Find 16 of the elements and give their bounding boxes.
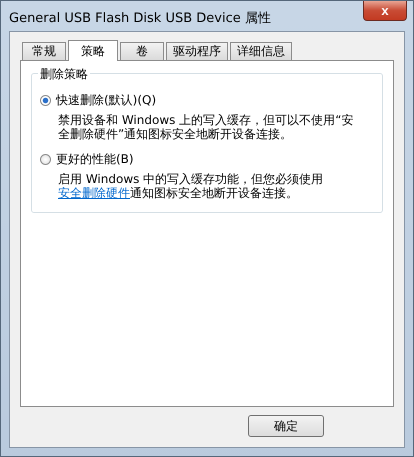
radio-button[interactable] (40, 154, 51, 165)
option-description: 启用 Windows 中的写入缓存功能，但您必须使用 安全删除硬件通知图标安全地断开设备连接。 (58, 172, 324, 200)
tab[interactable]: 策略 (68, 40, 118, 61)
link[interactable]: 安全删除硬件 (58, 186, 130, 200)
radio-button[interactable] (40, 95, 51, 106)
group-title: 删除策略 (38, 66, 90, 83)
tab[interactable]: 驱动程序 (166, 42, 228, 60)
tab[interactable]: 常规 (22, 42, 66, 60)
radio-option[interactable]: 快速删除(默认)(Q) (40, 92, 372, 109)
window-title: General USB Flash Disk USB Device 属性 (9, 10, 271, 27)
tab[interactable]: 详细信息 (230, 42, 292, 60)
close-button[interactable]: x (363, 1, 407, 21)
tab[interactable]: 卷 (120, 42, 164, 60)
radio-option[interactable]: 更好的性能(B) (40, 151, 372, 168)
option-description: 禁用设备和 Windows 上的写入缓存，但可以不使用“安全删除硬件”通知图标安全地断开设备连接。 (58, 113, 354, 141)
ok-button[interactable]: 确定 (248, 415, 324, 437)
